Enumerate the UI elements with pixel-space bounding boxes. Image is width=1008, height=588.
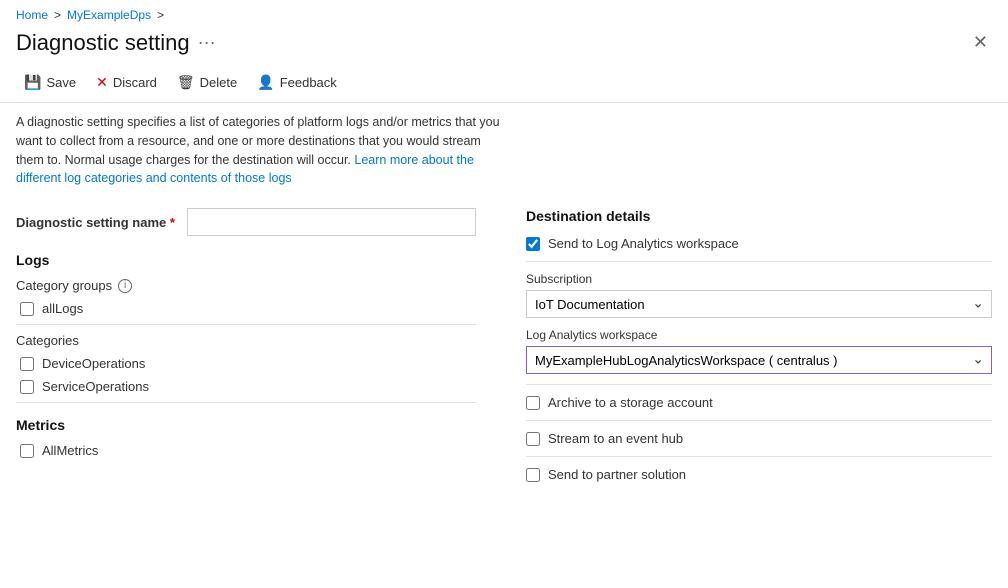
diagnostic-name-field: Diagnostic setting name * — [16, 208, 476, 236]
all-metrics-checkbox[interactable] — [20, 444, 34, 458]
breadcrumb-dps[interactable]: MyExampleDps — [67, 8, 151, 22]
all-metrics-label: AllMetrics — [42, 443, 98, 458]
delete-label: Delete — [200, 75, 238, 90]
save-icon: 💾 — [24, 74, 41, 91]
log-analytics-checkbox[interactable] — [526, 237, 540, 251]
device-operations-label: DeviceOperations — [42, 356, 145, 371]
logs-section-title: Logs — [16, 252, 476, 268]
left-panel: Diagnostic setting name * Logs Category … — [16, 208, 506, 496]
stream-label: Stream to an event hub — [548, 431, 683, 446]
log-analytics-row: Send to Log Analytics workspace — [526, 236, 992, 251]
service-operations-label: ServiceOperations — [42, 379, 149, 394]
category-groups-info-icon[interactable]: i — [118, 279, 132, 293]
partner-checkbox[interactable] — [526, 468, 540, 482]
stream-checkbox[interactable] — [526, 432, 540, 446]
feedback-label: Feedback — [280, 75, 337, 90]
all-logs-row: allLogs — [20, 301, 476, 316]
discard-button[interactable]: ✕ Discard — [88, 69, 165, 96]
toolbar: 💾 Save ✕ Discard 🗑 Delete 👤 Feedback — [0, 63, 1008, 103]
required-marker: * — [166, 215, 175, 230]
metrics-section: Metrics AllMetrics — [16, 417, 476, 458]
service-operations-row: ServiceOperations — [20, 379, 476, 394]
discard-label: Discard — [113, 75, 157, 90]
log-analytics-label: Send to Log Analytics workspace — [548, 236, 739, 251]
stream-row: Stream to an event hub — [526, 431, 992, 446]
logs-section: Logs Category groups i allLogs Categorie… — [16, 252, 476, 403]
log-analytics-workspace-label: Log Analytics workspace — [526, 328, 992, 342]
more-options-icon[interactable]: ··· — [198, 32, 216, 53]
destination-title: Destination details — [526, 208, 992, 224]
dest-divider-3 — [526, 420, 992, 421]
archive-label: Archive to a storage account — [548, 395, 713, 410]
category-groups-label: Category groups i — [16, 278, 476, 293]
subscription-select-wrapper: IoT Documentation — [526, 290, 992, 318]
main-content: Diagnostic setting name * Logs Category … — [0, 198, 1008, 506]
breadcrumb-sep-1: > — [54, 8, 61, 22]
log-analytics-workspace-group: Log Analytics workspace MyExampleHubLogA… — [526, 328, 992, 374]
partner-label: Send to partner solution — [548, 467, 686, 482]
archive-row: Archive to a storage account — [526, 395, 992, 410]
logs-divider-2 — [16, 402, 476, 403]
discard-icon: ✕ — [96, 74, 108, 91]
page-header: Diagnostic setting ··· ✕ — [0, 26, 1008, 63]
dest-divider-2 — [526, 384, 992, 385]
right-panel: Destination details Send to Log Analytic… — [506, 208, 992, 496]
delete-icon: 🗑 — [177, 74, 195, 91]
all-logs-label: allLogs — [42, 301, 83, 316]
feedback-button[interactable]: 👤 Feedback — [249, 69, 345, 96]
save-label: Save — [46, 75, 76, 90]
subscription-label: Subscription — [526, 272, 992, 286]
destination-section: Destination details Send to Log Analytic… — [526, 208, 992, 482]
dest-divider-1 — [526, 261, 992, 262]
logs-divider-1 — [16, 324, 476, 325]
all-logs-checkbox[interactable] — [20, 302, 34, 316]
device-operations-row: DeviceOperations — [20, 356, 476, 371]
service-operations-checkbox[interactable] — [20, 380, 34, 394]
partner-row: Send to partner solution — [526, 467, 992, 482]
log-analytics-workspace-select-wrapper: MyExampleHubLogAnalyticsWorkspace ( cent… — [526, 346, 992, 374]
dest-divider-4 — [526, 456, 992, 457]
categories-label: Categories — [16, 333, 476, 348]
subscription-group: Subscription IoT Documentation — [526, 272, 992, 318]
page-title: Diagnostic setting — [16, 30, 190, 56]
diagnostic-name-input[interactable] — [187, 208, 476, 236]
log-analytics-workspace-select[interactable]: MyExampleHubLogAnalyticsWorkspace ( cent… — [526, 346, 992, 374]
breadcrumb-sep-2: > — [157, 8, 164, 22]
device-operations-checkbox[interactable] — [20, 357, 34, 371]
breadcrumb: Home > MyExampleDps > — [0, 0, 1008, 26]
diagnostic-name-label: Diagnostic setting name * — [16, 215, 175, 230]
delete-button[interactable]: 🗑 Delete — [169, 69, 245, 96]
all-metrics-row: AllMetrics — [20, 443, 476, 458]
feedback-icon: 👤 — [257, 74, 274, 91]
save-button[interactable]: 💾 Save — [16, 69, 84, 96]
subscription-select[interactable]: IoT Documentation — [526, 290, 992, 318]
metrics-section-title: Metrics — [16, 417, 476, 433]
description-text: A diagnostic setting specifies a list of… — [0, 103, 520, 198]
close-button[interactable]: ✕ — [969, 28, 992, 57]
breadcrumb-home[interactable]: Home — [16, 8, 48, 22]
archive-checkbox[interactable] — [526, 396, 540, 410]
